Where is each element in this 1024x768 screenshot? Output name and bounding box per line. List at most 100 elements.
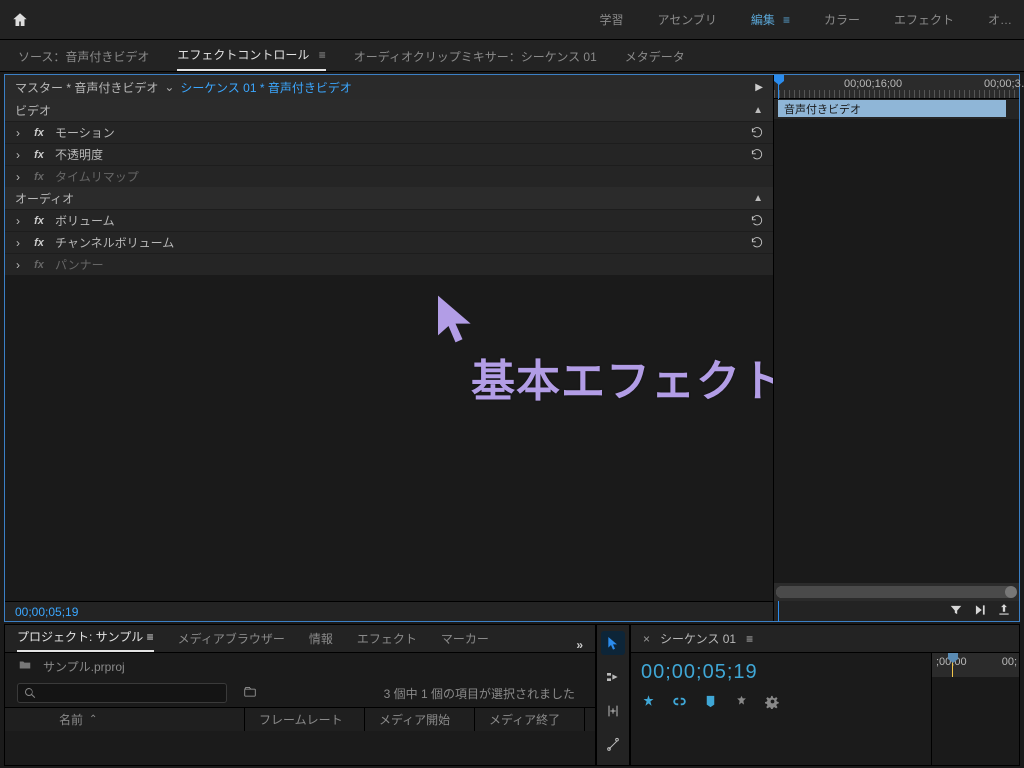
- effect-label: パンナー: [55, 256, 104, 273]
- mini-ruler[interactable]: 00;00;16;00 00;00;3…: [774, 75, 1019, 99]
- fx-badge-icon[interactable]: fx: [31, 127, 47, 139]
- effect-time-remap[interactable]: › fx タイムリマップ: [5, 165, 773, 187]
- expand-icon[interactable]: ›: [13, 236, 23, 250]
- track-select-tool[interactable]: [601, 665, 625, 689]
- fx-badge-icon[interactable]: fx: [31, 237, 47, 249]
- properties-list: ビデオ ▲ › fx モーション › fx 不透明度 › fx: [5, 99, 773, 275]
- column-media-end[interactable]: メディア終了: [475, 708, 585, 731]
- sequence-tab[interactable]: シーケンス 01: [660, 630, 736, 647]
- scroll-thumb[interactable]: [776, 586, 1014, 598]
- effect-volume[interactable]: › fx ボリューム: [5, 209, 773, 231]
- tab-metadata[interactable]: メタデータ: [625, 42, 685, 71]
- panel-menu-icon[interactable]: ≡: [319, 48, 326, 62]
- expand-icon[interactable]: ›: [13, 258, 23, 272]
- timeline-timecode[interactable]: 00;00;05;19: [641, 661, 921, 684]
- expand-icon[interactable]: ›: [13, 170, 23, 184]
- sequence-clip-path[interactable]: シーケンス 01 * 音声付きビデオ: [180, 79, 351, 96]
- home-button[interactable]: [0, 0, 40, 40]
- linked-selection-toggle[interactable]: [672, 694, 687, 712]
- timeline-playhead[interactable]: [952, 653, 953, 677]
- workspace-tab-overflow[interactable]: オ…: [988, 0, 1012, 39]
- tab-markers[interactable]: マーカー: [441, 625, 489, 652]
- razor-tool[interactable]: [601, 733, 625, 757]
- scroll-knob-right[interactable]: [1005, 586, 1017, 598]
- effect-motion[interactable]: › fx モーション: [5, 121, 773, 143]
- tab-info[interactable]: 情報: [309, 625, 333, 652]
- skip-icon[interactable]: [973, 603, 987, 620]
- timeline-settings-b[interactable]: [765, 694, 780, 712]
- annotation-text: 基本エフェクト: [471, 345, 786, 409]
- reset-button[interactable]: [747, 125, 767, 141]
- export-icon[interactable]: [997, 603, 1011, 620]
- clip-header: マスター * 音声付きビデオ ⌄ シーケンス 01 * 音声付きビデオ ▶: [5, 75, 773, 99]
- tabs-overflow-icon[interactable]: »: [576, 638, 583, 652]
- add-marker-toggle[interactable]: [703, 694, 718, 712]
- workspace-tab-editing[interactable]: 編集 ≡: [751, 0, 790, 39]
- ruler-label: 00;00;16;00: [844, 78, 902, 90]
- reset-button[interactable]: [747, 147, 767, 163]
- search-icon: [24, 687, 36, 699]
- tab-label: エフェクトコントロール: [177, 48, 309, 62]
- effect-controls-panel: マスター * 音声付きビデオ ⌄ シーケンス 01 * 音声付きビデオ ▶ ビデ…: [4, 74, 1020, 622]
- snap-toggle[interactable]: [641, 694, 656, 712]
- tab-effect-controls[interactable]: エフェクトコントロール ≡: [177, 40, 325, 71]
- new-bin-button[interactable]: [241, 685, 259, 702]
- section-video[interactable]: ビデオ ▲: [5, 99, 773, 121]
- project-filename: サンプル.prproj: [43, 658, 125, 675]
- timeline-header-zone: 00;00;05;19: [631, 653, 931, 765]
- panel-menu-icon[interactable]: ≡: [147, 630, 154, 644]
- reset-icon: [750, 148, 764, 162]
- show-timeline-toggle[interactable]: ▶: [755, 82, 763, 93]
- chevron-down-icon[interactable]: ⌄: [164, 80, 174, 94]
- search-input[interactable]: [17, 683, 227, 703]
- tab-effects[interactable]: エフェクト: [357, 625, 417, 652]
- expand-icon[interactable]: ›: [13, 148, 23, 162]
- filter-icon[interactable]: [949, 603, 963, 620]
- tab-project[interactable]: プロジェクト: サンプル ≡: [17, 623, 154, 652]
- fx-badge-icon[interactable]: fx: [31, 171, 47, 183]
- effect-panner[interactable]: › fx パンナー: [5, 253, 773, 275]
- selection-tool[interactable]: [601, 631, 625, 655]
- expand-icon[interactable]: ›: [13, 214, 23, 228]
- timeline-settings-a[interactable]: [734, 694, 749, 712]
- effect-label: チャンネルボリューム: [55, 234, 174, 251]
- workspace-tab-effects[interactable]: エフェクト: [894, 0, 954, 39]
- source-panel-tabs: ソース：音声付きビデオ エフェクトコントロール ≡ オーディオクリップミキサー：…: [0, 40, 1024, 72]
- column-media-start[interactable]: メディア開始: [365, 708, 475, 731]
- close-icon[interactable]: ×: [643, 632, 650, 646]
- sort-asc-icon[interactable]: ⌃: [89, 714, 97, 725]
- effect-controls-list: マスター * 音声付きビデオ ⌄ シーケンス 01 * 音声付きビデオ ▶ ビデ…: [5, 75, 773, 621]
- home-icon: [11, 11, 29, 29]
- ripple-edit-tool[interactable]: [601, 699, 625, 723]
- fx-badge-icon[interactable]: fx: [31, 215, 47, 227]
- panel-menu-icon[interactable]: ≡: [783, 13, 790, 27]
- expand-icon[interactable]: ›: [13, 126, 23, 140]
- workspace-tab-assembly[interactable]: アセンブリ: [658, 0, 717, 39]
- column-name[interactable]: 名前 ⌃: [45, 708, 245, 731]
- effect-opacity[interactable]: › fx 不透明度: [5, 143, 773, 165]
- collapse-icon[interactable]: ▲: [753, 105, 763, 116]
- mini-timeline-scrollbar[interactable]: [774, 583, 1019, 601]
- footer-timecode[interactable]: 00;00;05;19: [15, 605, 78, 619]
- annotation-overlay: 基本エフェクト: [5, 275, 773, 601]
- section-audio[interactable]: オーディオ ▲: [5, 187, 773, 209]
- workspace-tab-learn[interactable]: 学習: [600, 0, 624, 39]
- timeline-ruler[interactable]: ;00;00 00;: [932, 653, 1019, 677]
- fx-badge-icon[interactable]: fx: [31, 149, 47, 161]
- playhead-handle[interactable]: [774, 75, 784, 85]
- reset-icon: [750, 236, 764, 250]
- fx-badge-icon[interactable]: fx: [31, 259, 47, 271]
- effect-channel-volume[interactable]: › fx チャンネルボリューム: [5, 231, 773, 253]
- workspace-tab-color[interactable]: カラー: [824, 0, 860, 39]
- tab-source[interactable]: ソース：音声付きビデオ: [18, 42, 149, 71]
- panel-menu-icon[interactable]: ≡: [746, 632, 753, 646]
- tab-audio-clip-mixer[interactable]: オーディオクリップミキサー：シーケンス 01: [354, 42, 597, 71]
- ruler-label: 00;: [1002, 656, 1017, 668]
- column-framerate[interactable]: フレームレート: [245, 708, 365, 731]
- tab-media-browser[interactable]: メディアブラウザー: [178, 625, 285, 652]
- collapse-icon[interactable]: ▲: [753, 193, 763, 204]
- timeline-tracks-area[interactable]: ;00;00 00;: [931, 653, 1019, 765]
- reset-button[interactable]: [747, 213, 767, 229]
- mini-clip[interactable]: 音声付きビデオ: [778, 100, 1006, 117]
- reset-button[interactable]: [747, 235, 767, 251]
